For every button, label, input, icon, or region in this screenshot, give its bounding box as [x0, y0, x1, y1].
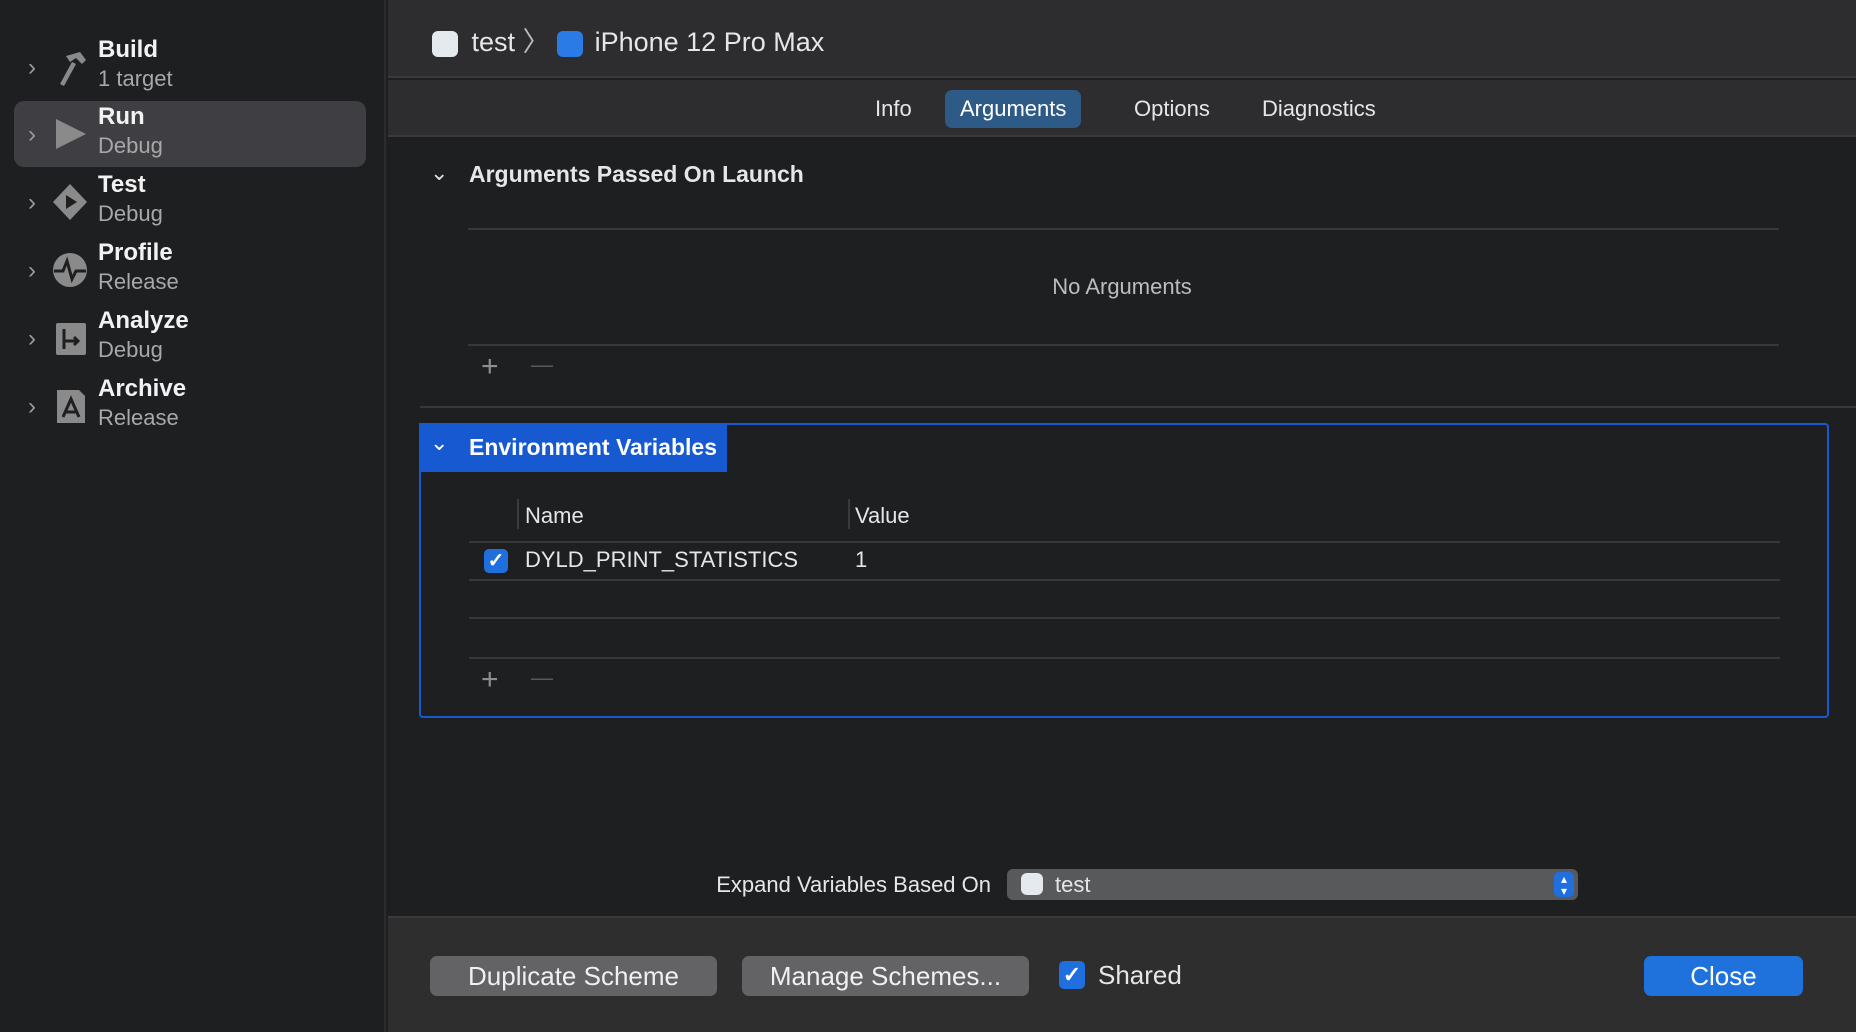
divider — [420, 406, 1856, 408]
scheme-name[interactable]: test — [472, 27, 516, 57]
sidebar-item-subtitle: 1 target — [98, 66, 173, 91]
sidebar-item-run[interactable]: › Run Debug — [14, 101, 366, 167]
sidebar-item-subtitle: Release — [98, 405, 179, 430]
divider — [469, 617, 1780, 619]
manage-schemes-button[interactable]: Manage Schemes... — [742, 956, 1029, 996]
shared-checkbox[interactable]: ✓ — [1059, 961, 1085, 989]
divider — [468, 228, 1779, 230]
column-divider[interactable] — [517, 499, 519, 529]
archive-icon — [57, 390, 85, 423]
sidebar-item-subtitle: Debug — [98, 337, 163, 362]
sidebar-item-title: Run — [98, 103, 145, 130]
test-diamond-icon — [53, 184, 87, 220]
sidebar-item-profile[interactable]: › Profile Release — [14, 237, 366, 303]
chevron-down-icon[interactable]: ⌄ — [430, 160, 448, 186]
destination-name[interactable]: iPhone 12 Pro Max — [595, 27, 825, 57]
empty-state: No Arguments — [1052, 274, 1192, 299]
column-header-value[interactable]: Value — [855, 503, 910, 529]
divider — [469, 579, 1780, 581]
column-header-name[interactable]: Name — [525, 503, 584, 529]
add-argument-button[interactable]: + — [481, 350, 499, 384]
app-icon — [432, 30, 458, 57]
tab-diagnostics[interactable]: Diagnostics — [1247, 90, 1391, 128]
sidebar-item-title: Build — [98, 36, 158, 63]
chevron-down-icon[interactable]: ⌄ — [430, 430, 448, 456]
remove-argument-button[interactable]: — — [531, 352, 553, 378]
sidebar-item-subtitle: Debug — [98, 201, 163, 226]
sidebar-item-subtitle: Debug — [98, 133, 163, 158]
enabled-checkbox[interactable]: ✓ — [484, 549, 508, 573]
breadcrumb[interactable]: test 〉 iPhone 12 Pro Max — [432, 20, 824, 59]
column-divider[interactable] — [848, 499, 850, 529]
sidebar-item-build[interactable]: › Build 1 target — [14, 34, 366, 100]
up-down-chevron-icon: ▴ ▾ — [1554, 872, 1574, 897]
simulator-icon — [557, 30, 584, 57]
variable-value[interactable]: 1 — [855, 547, 867, 573]
expand-variables-popup[interactable]: test ▴ ▾ — [1007, 869, 1578, 900]
close-button[interactable]: Close — [1644, 956, 1803, 996]
tab-info[interactable]: Info — [860, 90, 927, 128]
section-title[interactable]: Arguments Passed On Launch — [469, 161, 804, 188]
section-header[interactable]: ⌄ Environment Variables — [419, 423, 727, 472]
divider — [469, 657, 1780, 659]
hammer-icon — [60, 52, 86, 86]
add-variable-button[interactable]: + — [481, 663, 499, 697]
sidebar-item-analyze[interactable]: › Analyze Debug — [14, 305, 366, 371]
sidebar-item-archive[interactable]: › Archive Release — [14, 373, 366, 439]
remove-variable-button[interactable]: — — [531, 665, 553, 691]
sidebar-item-subtitle: Release — [98, 269, 179, 294]
play-icon — [56, 119, 86, 149]
environment-variables-section: ⌄ Environment Variables Name Value ✓ DYL… — [419, 423, 1829, 718]
app-icon — [1021, 873, 1043, 895]
expand-variables-label: Expand Variables Based On — [716, 872, 991, 897]
divider — [469, 541, 1780, 543]
chevron-right-icon[interactable]: › — [28, 54, 36, 82]
chevron-right-icon[interactable]: › — [28, 325, 36, 353]
analyze-icon — [56, 323, 86, 355]
duplicate-scheme-button[interactable]: Duplicate Scheme — [430, 956, 717, 996]
scheme-header: test 〉 iPhone 12 Pro Max — [388, 0, 1856, 78]
breadcrumb-separator: 〉 — [522, 27, 550, 57]
shared-label[interactable]: Shared — [1098, 960, 1182, 991]
sidebar-item-title: Test — [98, 171, 146, 198]
tab-bar: Info Arguments Options Diagnostics — [388, 80, 1856, 137]
sidebar-item-test[interactable]: › Test Debug — [14, 169, 366, 235]
sidebar-item-title: Archive — [98, 375, 187, 402]
tab-arguments[interactable]: Arguments — [945, 90, 1082, 128]
selected-value: test — [1055, 872, 1091, 897]
tab-options[interactable]: Options — [1119, 90, 1225, 128]
section-title: Environment Variables — [469, 434, 717, 460]
chevron-right-icon[interactable]: › — [28, 121, 36, 149]
sidebar-item-title: Profile — [98, 239, 173, 266]
chevron-right-icon[interactable]: › — [28, 189, 36, 217]
scheme-action-sidebar: › Build 1 target › Run Debug › Test Debu… — [0, 0, 386, 1032]
divider — [468, 344, 1779, 346]
chevron-right-icon[interactable]: › — [28, 393, 36, 421]
chevron-right-icon[interactable]: › — [28, 257, 36, 285]
variable-name[interactable]: DYLD_PRINT_STATISTICS — [525, 547, 798, 573]
waveform-icon — [53, 253, 87, 287]
sidebar-item-title: Analyze — [98, 307, 189, 334]
